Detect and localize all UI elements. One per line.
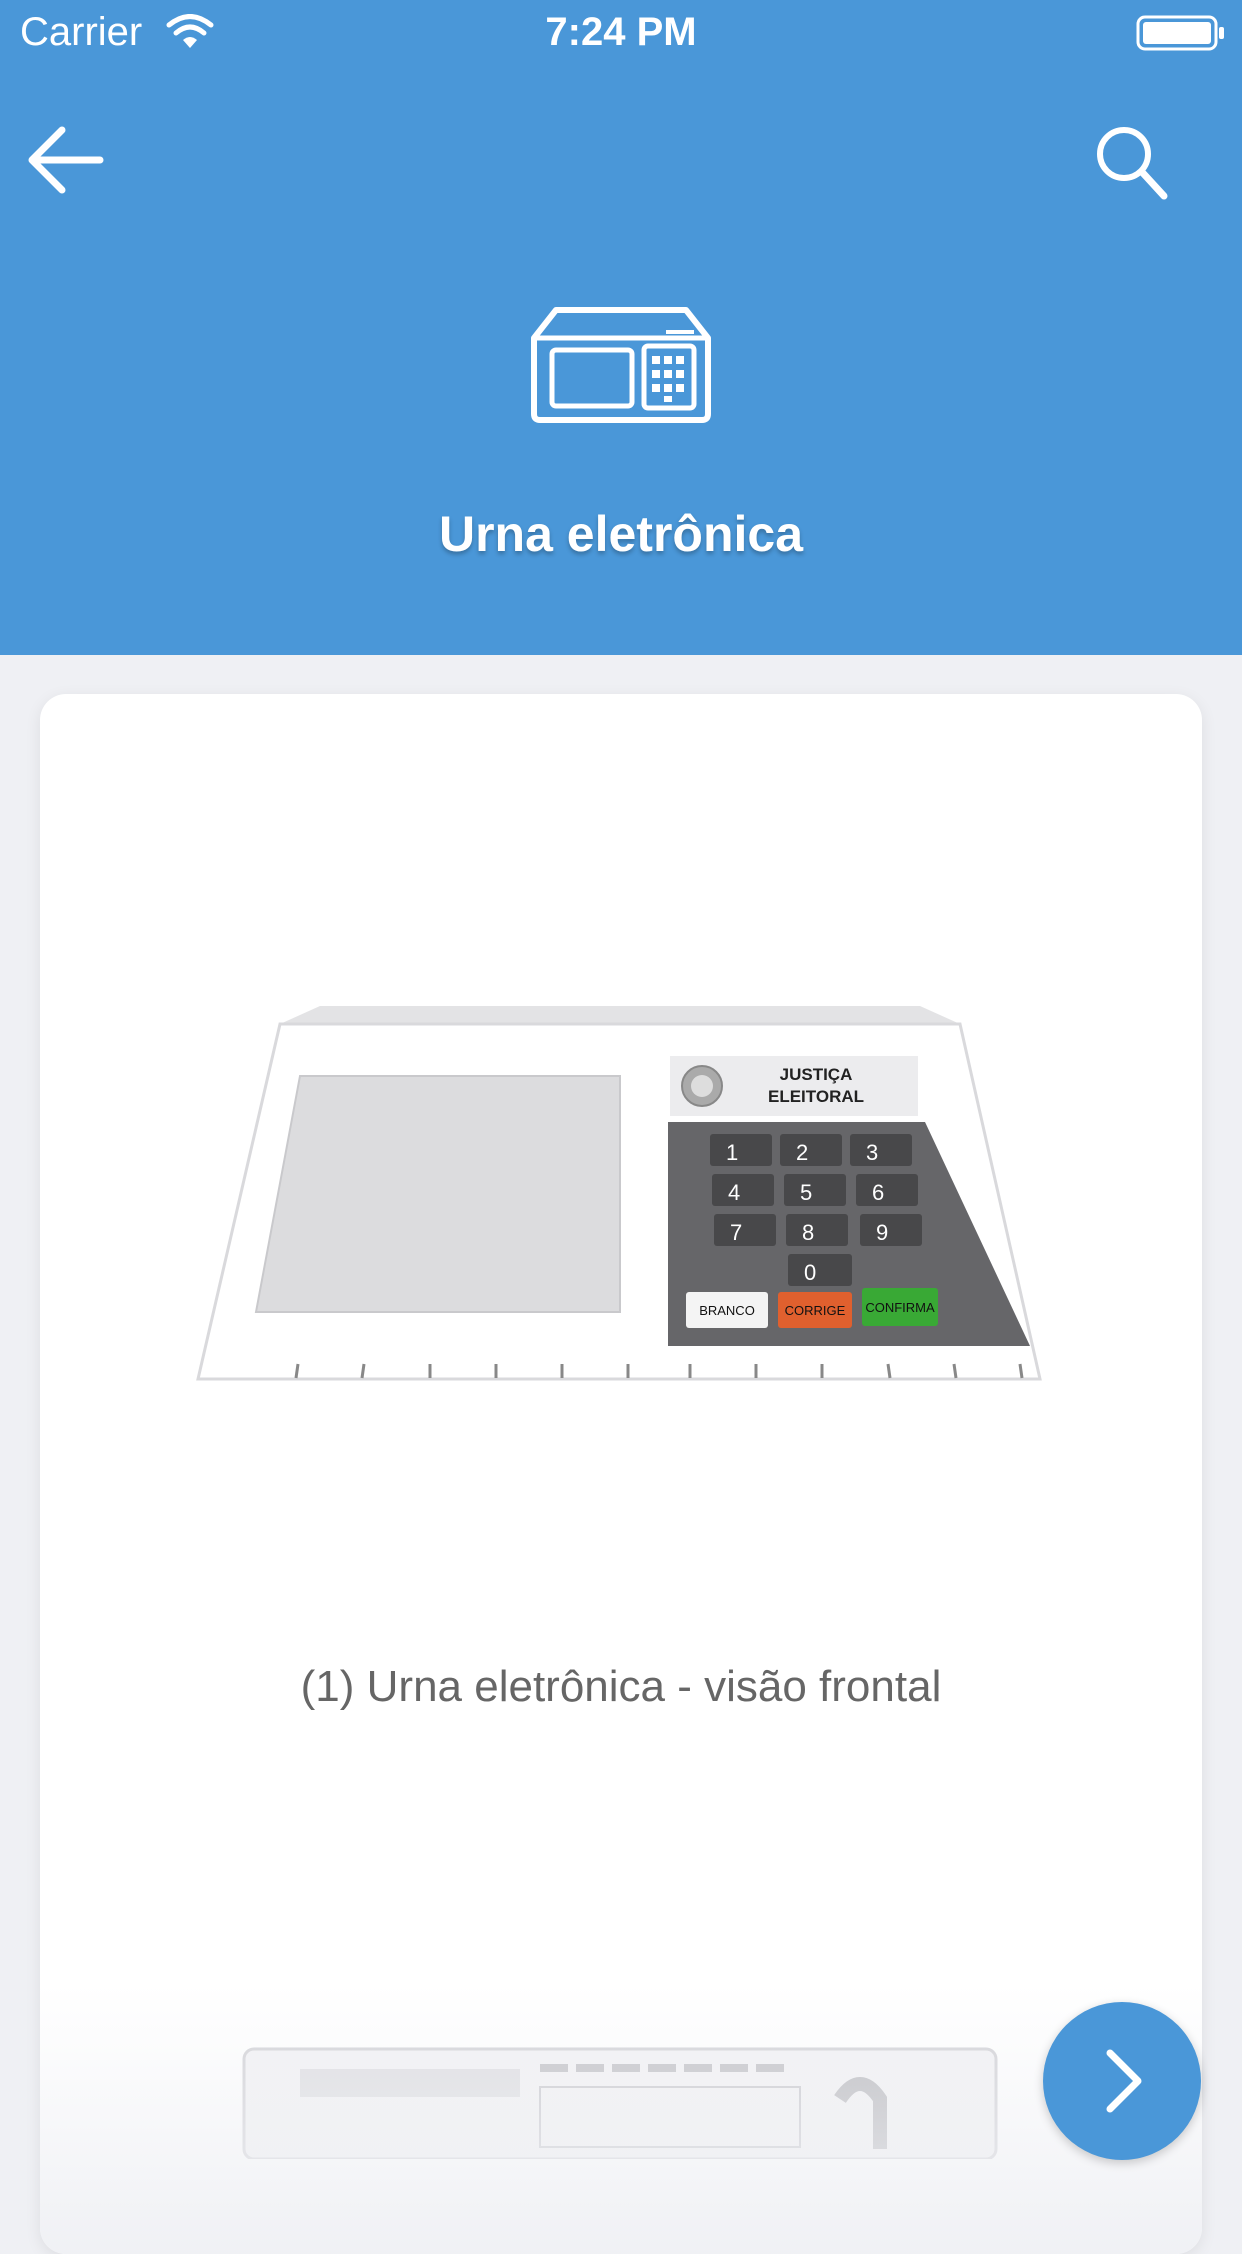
bottom-fade bbox=[40, 1984, 1202, 2254]
key-8: 8 bbox=[802, 1220, 814, 1245]
key-4: 4 bbox=[728, 1180, 740, 1205]
key-9: 9 bbox=[876, 1220, 888, 1245]
arrow-left-icon bbox=[28, 126, 104, 194]
status-time: 7:24 PM bbox=[545, 10, 697, 54]
key-corrige: CORRIGE bbox=[785, 1303, 846, 1318]
label-justica: JUSTIÇA bbox=[780, 1065, 853, 1084]
illustration-card: JUSTIÇA ELEITORAL 1 2 3 4 5 6 7 8 9 0 BR… bbox=[40, 694, 1202, 2254]
key-confirma: CONFIRMA bbox=[865, 1300, 935, 1315]
back-button[interactable] bbox=[22, 118, 106, 202]
key-branco: BRANCO bbox=[699, 1303, 755, 1318]
voting-machine-image: JUSTIÇA ELEITORAL 1 2 3 4 5 6 7 8 9 0 BR… bbox=[190, 994, 1050, 1399]
key-6: 6 bbox=[872, 1180, 884, 1205]
search-button[interactable] bbox=[1090, 120, 1174, 204]
key-7: 7 bbox=[730, 1220, 742, 1245]
key-1: 1 bbox=[726, 1140, 738, 1165]
key-5: 5 bbox=[800, 1180, 812, 1205]
battery-icon bbox=[1136, 15, 1226, 56]
chevron-right-icon bbox=[1106, 2049, 1142, 2113]
label-eleitoral: ELEITORAL bbox=[768, 1087, 864, 1106]
image-caption: (1) Urna eletrônica - visão frontal bbox=[300, 1662, 942, 1711]
voting-machine-icon bbox=[526, 300, 716, 430]
next-button[interactable] bbox=[1043, 2002, 1201, 2160]
status-bar: Carrier 7:24 PM bbox=[0, 0, 1242, 66]
key-2: 2 bbox=[796, 1140, 808, 1165]
key-3: 3 bbox=[866, 1140, 878, 1165]
page-title: Urna eletrônica bbox=[438, 506, 803, 562]
search-icon bbox=[1097, 127, 1168, 200]
key-0: 0 bbox=[804, 1260, 816, 1285]
header: Carrier 7:24 PM Urna eletrônica bbox=[0, 0, 1242, 655]
